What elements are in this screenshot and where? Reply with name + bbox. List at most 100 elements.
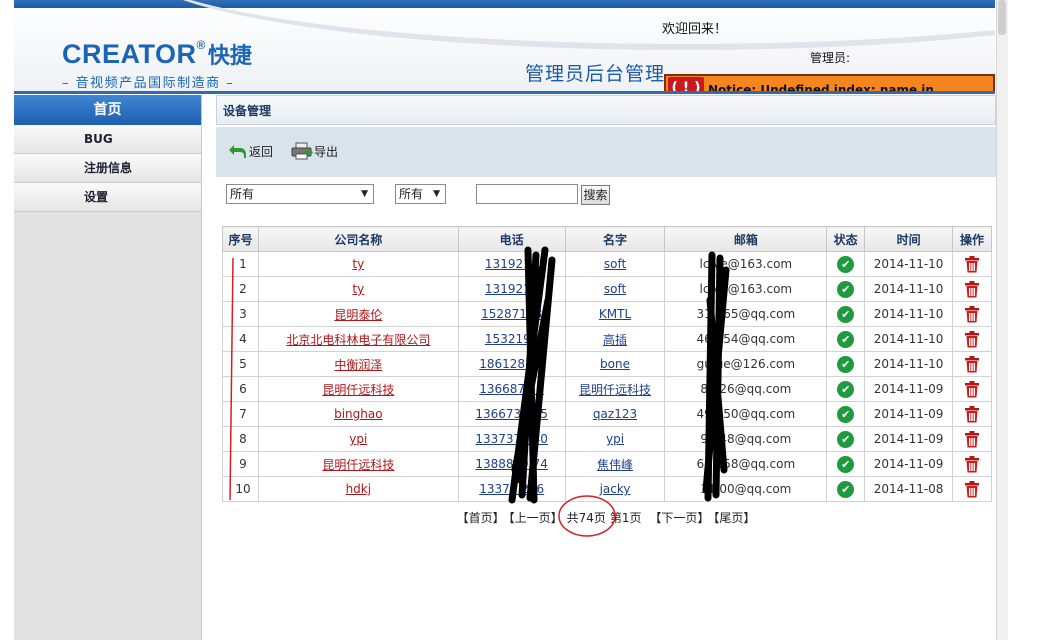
company-link[interactable]: 昆明仟远科技 xyxy=(322,383,394,397)
row-name: ypi xyxy=(564,426,666,452)
page-scrollbar[interactable] xyxy=(996,0,1008,640)
company-link[interactable]: ypi xyxy=(349,432,367,446)
phone-link[interactable]: 1366731 15 xyxy=(475,407,548,421)
search-input[interactable] xyxy=(476,184,578,204)
name-link[interactable]: jacky xyxy=(600,482,631,496)
row-name: 焦伟峰 xyxy=(564,451,666,477)
search-button[interactable]: 搜索 xyxy=(581,185,610,205)
row-action xyxy=(952,476,992,502)
phone-link[interactable]: 15287198 xyxy=(481,307,542,321)
phone-link[interactable]: 1319211 xyxy=(485,282,538,296)
row-index: 7 xyxy=(222,401,259,427)
trash-icon[interactable] xyxy=(964,330,980,348)
phone-link[interactable]: 1388879 74 xyxy=(475,457,548,471)
phone-link[interactable]: 1319211 xyxy=(485,257,538,271)
back-button[interactable]: 返回 xyxy=(228,142,273,160)
check-circle-icon: ✔ xyxy=(837,330,855,348)
trash-icon[interactable] xyxy=(964,480,980,498)
phone-link[interactable]: 13373 206 xyxy=(479,482,544,496)
trash-icon[interactable] xyxy=(964,255,980,273)
back-arrow-icon xyxy=(229,145,246,158)
name-link[interactable]: 高插 xyxy=(603,333,627,347)
back-label: 返回 xyxy=(249,144,274,159)
row-status: ✔ xyxy=(826,351,866,377)
company-link[interactable]: binghao xyxy=(334,407,382,421)
row-email: 8 526@qq.com xyxy=(664,376,828,402)
row-action xyxy=(952,301,992,327)
pager-current: 第1页 xyxy=(609,511,642,525)
name-link[interactable]: KMTL xyxy=(599,307,631,321)
row-status: ✔ xyxy=(826,401,866,427)
panel-title: 设备管理 xyxy=(216,95,996,125)
row-action xyxy=(952,351,992,377)
company-link[interactable]: ty xyxy=(352,282,364,296)
company-link[interactable]: 昆明仟远科技 xyxy=(322,458,394,472)
row-date: 2014-11-08 xyxy=(864,476,954,502)
trash-icon[interactable] xyxy=(964,430,980,448)
col-email: 邮箱 xyxy=(664,226,828,252)
company-link[interactable]: hdkj xyxy=(346,482,372,496)
pager-next[interactable]: 【下一页】 xyxy=(649,511,709,525)
trash-icon[interactable] xyxy=(964,355,980,373)
sidebar-item-home[interactable]: 首页 xyxy=(14,95,201,125)
pager-prev[interactable]: 【上一页】 xyxy=(509,511,563,525)
row-index: 4 xyxy=(222,326,259,352)
name-link[interactable]: qaz123 xyxy=(593,407,637,421)
sidebar-item-registration[interactable]: 注册信息 xyxy=(14,154,201,183)
company-link[interactable]: 北京北电科林电子有限公司 xyxy=(286,333,430,347)
col-action: 操作 xyxy=(952,226,992,252)
phone-link[interactable]: 1337371 40 xyxy=(475,432,548,446)
pager-last[interactable]: 【尾页】 xyxy=(713,511,755,525)
name-link[interactable]: soft xyxy=(604,282,626,296)
row-name: KMTL xyxy=(564,301,666,327)
trash-icon[interactable] xyxy=(964,305,980,323)
name-link[interactable]: ypi xyxy=(606,432,624,446)
check-circle-icon: ✔ xyxy=(837,455,855,473)
row-index: 1 xyxy=(222,251,259,277)
export-label: 导出 xyxy=(314,144,339,159)
row-name: qaz123 xyxy=(564,401,666,427)
export-button[interactable]: 导出 xyxy=(291,142,338,160)
row-phone: 15287198 xyxy=(457,301,566,327)
col-name: 名字 xyxy=(564,226,666,252)
row-date: 2014-11-10 xyxy=(864,326,954,352)
sidebar-item-settings[interactable]: 设置 xyxy=(14,183,201,212)
company-link[interactable]: ty xyxy=(352,257,364,271)
phone-link[interactable]: 1532198 xyxy=(485,332,538,346)
scrollbar-thumb[interactable] xyxy=(998,0,1006,35)
row-name: bone xyxy=(564,351,666,377)
name-link[interactable]: 焦伟峰 xyxy=(597,458,633,472)
name-link[interactable]: 昆明仟远科技 xyxy=(579,383,651,397)
row-action xyxy=(952,451,992,477)
name-link[interactable]: soft xyxy=(604,257,626,271)
phone-link[interactable]: 1861281 5 xyxy=(479,357,544,371)
row-date: 2014-11-09 xyxy=(864,426,954,452)
row-company: 北京北电科林电子有限公司 xyxy=(257,326,459,352)
device-table: 序号 公司名称 电话 名字 邮箱 状态 时间 操作 1 ty 1319211 s… xyxy=(222,226,992,502)
row-phone: 1388879 74 xyxy=(457,451,566,477)
col-company: 公司名称 xyxy=(257,226,459,252)
status-select[interactable]: 所有 ▼ xyxy=(395,184,446,204)
sidebar-item-bug[interactable]: BUG xyxy=(14,125,201,154)
check-circle-icon: ✔ xyxy=(837,255,855,273)
row-phone: 13373 206 xyxy=(457,476,566,502)
trash-icon[interactable] xyxy=(964,280,980,298)
phone-link[interactable]: 1366873 6 xyxy=(479,382,544,396)
row-index: 6 xyxy=(222,376,259,402)
row-status: ✔ xyxy=(826,451,866,477)
table-header-row: 序号 公司名称 电话 名字 邮箱 状态 时间 操作 xyxy=(222,226,992,252)
row-date: 2014-11-09 xyxy=(864,376,954,402)
trash-icon[interactable] xyxy=(964,380,980,398)
printer-export-icon xyxy=(291,142,313,160)
category-select[interactable]: 所有 ▼ xyxy=(226,184,374,204)
row-index: 10 xyxy=(222,476,259,502)
check-circle-icon: ✔ xyxy=(837,480,855,498)
name-link[interactable]: bone xyxy=(600,357,630,371)
pager-first[interactable]: 【首页】 xyxy=(457,511,505,525)
company-link[interactable]: 中衡润泽 xyxy=(334,358,382,372)
company-link[interactable]: 昆明泰伦 xyxy=(334,308,382,322)
row-email: lc ve@163.com xyxy=(664,251,828,277)
trash-icon[interactable] xyxy=(964,405,980,423)
row-date: 2014-11-10 xyxy=(864,251,954,277)
trash-icon[interactable] xyxy=(964,455,980,473)
